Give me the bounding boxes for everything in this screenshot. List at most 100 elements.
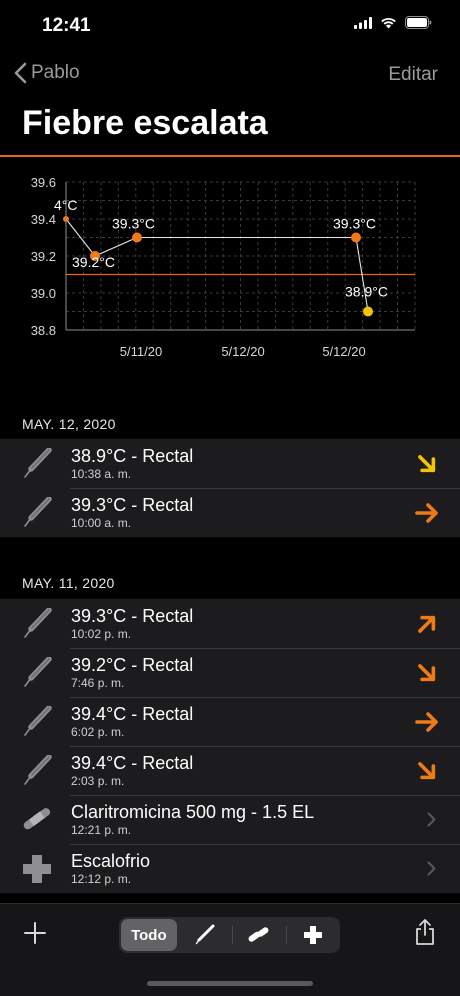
list-item[interactable]: 38.9°C - Rectal 10:38 a. m. [0, 439, 460, 488]
item-text: 39.2°C - Rectal 7:46 p. m. [71, 654, 193, 690]
item-time: 12:12 p. m. [71, 872, 132, 886]
segment-all-label: Todo [131, 926, 167, 944]
pills-icon [248, 927, 269, 942]
share-button[interactable] [414, 918, 436, 951]
segment-all[interactable]: Todo [121, 919, 177, 951]
home-indicator [147, 981, 313, 986]
item-icon [20, 803, 54, 837]
item-title: 39.4°C - Rectal [71, 753, 194, 773]
list-item[interactable]: 39.4°C - Rectal 6:02 p. m. [0, 697, 460, 746]
y-tick-label: 39.0 [31, 286, 56, 301]
item-time: 10:38 a. m. [71, 467, 132, 481]
status-bar: 12:41 [0, 0, 460, 50]
data-point [63, 216, 69, 222]
readings-list-may-11: 39.3°C - Rectal 10:02 p. m. 39.2°C - Recta… [0, 599, 460, 893]
readings-list-may-12: 38.9°C - Rectal 10:38 a. m. 39.3°C - Recta… [0, 439, 460, 537]
item-time: 10:02 p. m. [71, 627, 132, 641]
data-label: 39.3°C [333, 216, 376, 232]
item-time: 10:00 a. m. [71, 516, 132, 530]
section-header-date: MAY. 11, 2020 [22, 575, 115, 591]
thermometer-icon [24, 447, 52, 478]
nav-bar: Pablo Editar [0, 56, 460, 92]
item-icon [20, 607, 54, 641]
x-tick-label: 5/12/20 [221, 344, 264, 359]
data-point [132, 232, 142, 243]
data-label: 4°C [54, 197, 78, 213]
cross-icon [23, 854, 51, 883]
add-button[interactable] [24, 922, 46, 949]
status-time: 12:41 [42, 15, 91, 36]
edit-button[interactable]: Editar [388, 64, 438, 86]
x-tick-label: 5/12/20 [322, 344, 365, 359]
item-icon [20, 705, 54, 739]
list-item[interactable]: Escalofrio 12:12 p. m. [0, 844, 460, 893]
data-label: 39.3°C [112, 216, 155, 232]
y-tick-label: 39.2 [31, 249, 56, 264]
data-label: 39.2°C [72, 254, 115, 270]
item-text: 39.4°C - Rectal 6:02 p. m. [71, 703, 193, 739]
thermometer-icon [196, 924, 215, 945]
segment-symptoms[interactable] [287, 919, 340, 951]
battery-icon [405, 16, 432, 29]
list-item[interactable]: 39.4°C - Rectal 2:03 p. m. [0, 746, 460, 795]
y-tick-label: 39.4 [31, 212, 56, 227]
item-title: 38.9°C - Rectal [71, 446, 194, 466]
share-icon [416, 919, 434, 945]
item-time: 6:02 p. m. [71, 725, 125, 739]
trend-indicator [414, 451, 440, 477]
list-item[interactable]: 39.3°C - Rectal 10:00 a. m. [0, 488, 460, 537]
segment-medication[interactable] [233, 919, 286, 951]
data-point [363, 306, 373, 317]
item-text: Escalofrio 12:12 p. m. [71, 850, 150, 886]
item-icon [20, 656, 54, 690]
segment-temperature[interactable] [179, 919, 232, 951]
item-text: 39.4°C - Rectal 2:03 p. m. [71, 752, 193, 788]
page-title: Fiebre escalata [22, 104, 268, 142]
section-header-date: MAY. 12, 2020 [22, 416, 116, 432]
item-time: 12:21 p. m. [71, 823, 132, 837]
thermometer-icon [24, 607, 52, 638]
thermometer-icon [24, 496, 52, 527]
trend-arrow-icon [418, 762, 436, 780]
trend-indicator [414, 660, 440, 686]
data-label: 38.9°C [345, 284, 388, 300]
list-item[interactable]: 39.3°C - Rectal 10:02 p. m. [0, 599, 460, 648]
title-divider [0, 155, 460, 157]
status-icons [354, 16, 432, 29]
plus-icon [24, 922, 46, 944]
item-title: Escalofrio [71, 851, 151, 871]
item-title: 39.3°C - Rectal [71, 606, 194, 626]
thermometer-icon [24, 705, 52, 736]
trend-arrow-icon [418, 615, 436, 633]
item-title: 39.2°C - Rectal [71, 655, 194, 675]
cross-icon [304, 926, 323, 944]
trend-arrow-icon [418, 664, 436, 682]
item-text: 39.3°C - Rectal 10:00 a. m. [71, 494, 193, 530]
pills-icon [23, 807, 51, 829]
temperature-chart: 39.6 39.4 39.2 39.0 38.8 5/11/20 5/12/20 5/12/2… [31, 175, 416, 359]
trend-indicator [414, 709, 440, 735]
trend-indicator [414, 611, 440, 637]
chevron-right [427, 812, 436, 832]
back-button-label: Pablo [31, 62, 80, 83]
chevron-right-icon [427, 861, 436, 876]
item-text: 38.9°C - Rectal 10:38 a. m. [71, 445, 193, 481]
chart-grid [65, 181, 416, 331]
y-tick-label: 38.8 [31, 323, 56, 338]
item-icon [20, 754, 54, 788]
list-item[interactable]: Claritromicina 500 mg - 1.5 EL 12:21 p. m… [0, 795, 460, 844]
item-time: 2:03 p. m. [71, 774, 125, 788]
list-item[interactable]: 39.2°C - Rectal 7:46 p. m. [0, 648, 460, 697]
thermometer-icon [24, 656, 52, 687]
filter-segmented-control: Todo [119, 917, 340, 953]
item-icon [20, 447, 54, 481]
trend-arrow-icon [418, 455, 436, 473]
chevron-right [427, 861, 436, 881]
item-title: 39.4°C - Rectal [71, 704, 194, 724]
item-icon [20, 852, 54, 886]
trend-indicator [414, 758, 440, 784]
chevron-right-icon [427, 812, 436, 827]
back-button[interactable]: Pablo [14, 62, 80, 84]
item-title: 39.3°C - Rectal [71, 495, 194, 515]
item-title: Claritromicina 500 mg - 1.5 EL [71, 802, 315, 822]
